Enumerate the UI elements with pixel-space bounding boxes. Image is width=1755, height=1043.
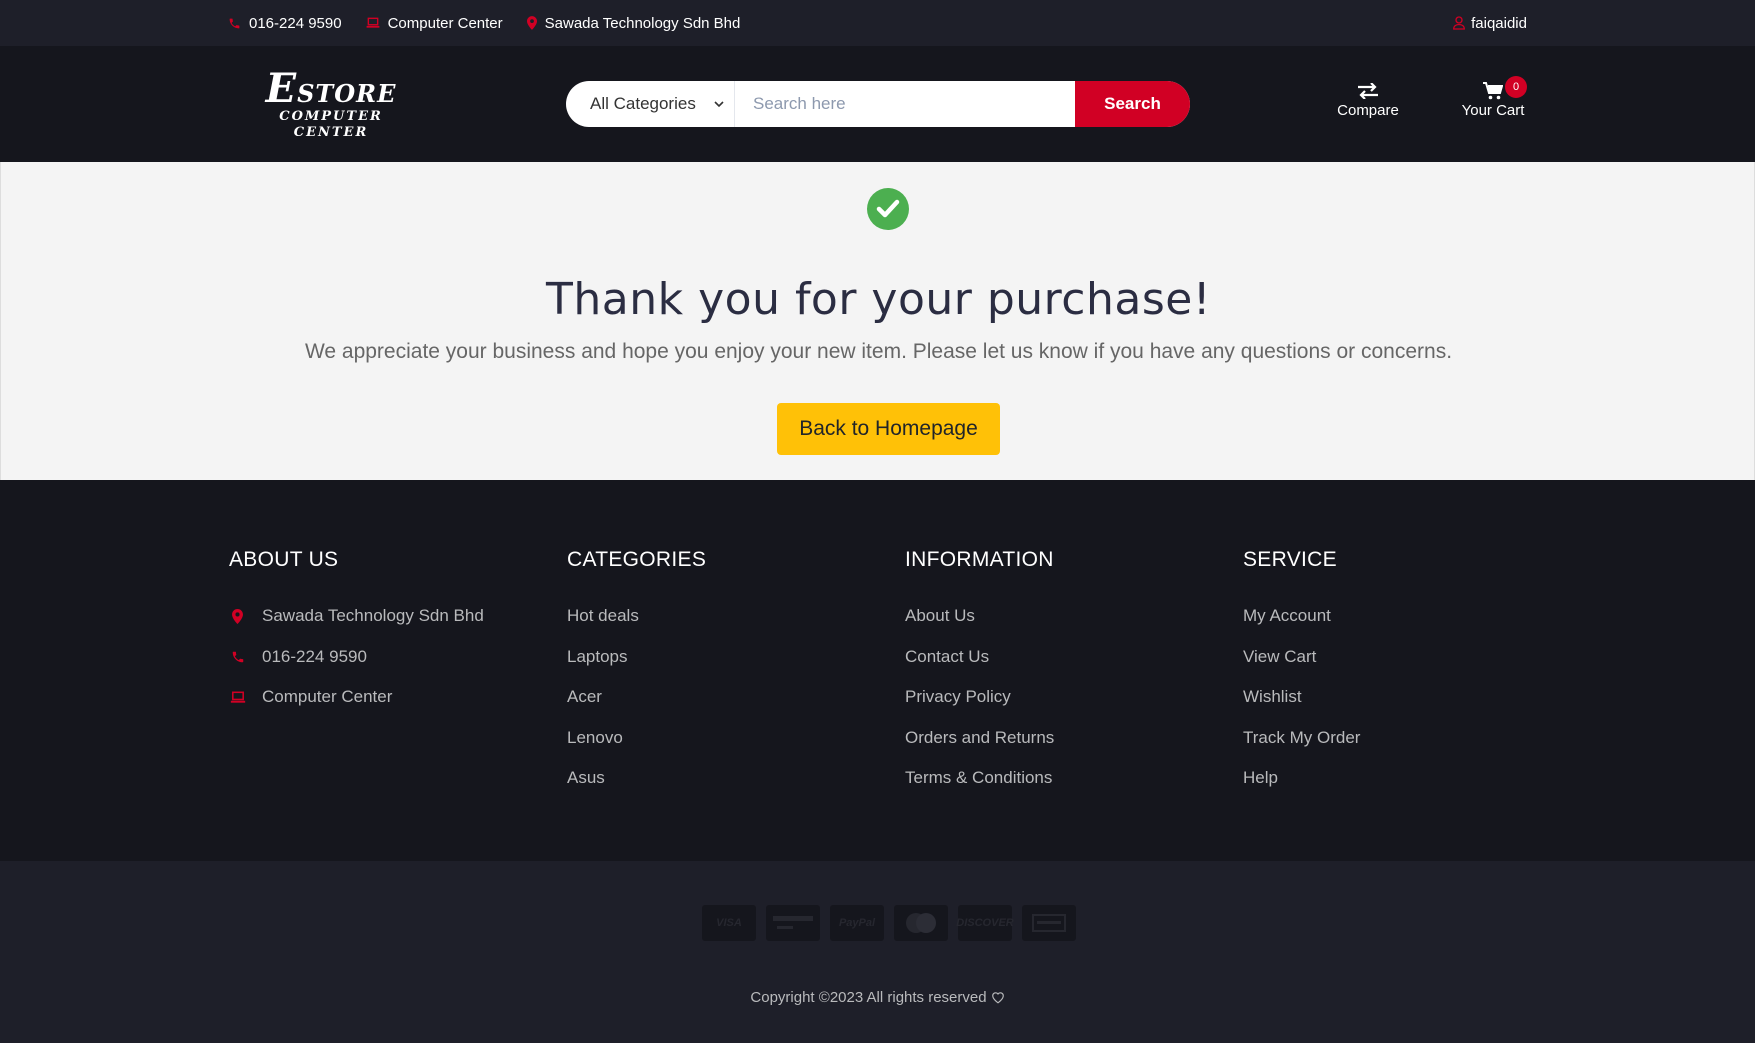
credit-card-icon: [766, 905, 820, 941]
topbar-store[interactable]: Computer Center: [366, 15, 503, 32]
laptop-icon: [229, 691, 246, 704]
footer-information-heading: INFORMATION: [905, 548, 1054, 571]
search-input[interactable]: [735, 81, 1075, 127]
logo-subtitle: COMPUTER CENTER: [279, 109, 383, 140]
username: faiqaidid: [1471, 14, 1527, 32]
compare-link[interactable]: Compare: [1330, 80, 1406, 119]
footer-link-wishlist[interactable]: Wishlist: [1243, 677, 1360, 718]
purchase-confirmation: Thank you for your purchase! We apprecia…: [0, 162, 1755, 480]
user-icon: [1453, 16, 1466, 30]
confirmation-message: We appreciate your business and hope you…: [304, 340, 1453, 363]
footer-link-asus[interactable]: Asus: [567, 758, 706, 799]
logo-text: STORE: [297, 79, 397, 108]
footer-phone-text: 016-224 9590: [262, 646, 367, 666]
logo-initial: E: [265, 65, 298, 112]
footer-address-text: Sawada Technology Sdn Bhd: [262, 606, 484, 626]
footer-store[interactable]: Computer Center: [229, 677, 484, 718]
top-bar: 016-224 9590 Computer Center Sawada Tech…: [0, 0, 1755, 46]
copyright-text: Copyright ©2023 All rights reserved: [750, 989, 987, 1006]
cart-count-badge: 0: [1505, 76, 1527, 98]
topbar-address[interactable]: Sawada Technology Sdn Bhd: [526, 14, 741, 32]
category-selected: All Categories: [590, 94, 696, 113]
laptop-icon: [366, 17, 380, 29]
footer-link-contact-us[interactable]: Contact Us: [905, 637, 1054, 678]
back-to-homepage-button[interactable]: Back to Homepage: [777, 403, 1000, 455]
store-logo[interactable]: ESTORE COMPUTER CENTER: [246, 69, 416, 141]
footer-categories: CATEGORIES Hot deals Laptops Acer Lenovo…: [567, 548, 706, 799]
shopping-cart-icon: [1483, 80, 1503, 102]
paypal-icon: PayPal: [830, 905, 884, 941]
exchange-icon: [1357, 80, 1379, 102]
footer-link-acer[interactable]: Acer: [567, 677, 706, 718]
footer-categories-heading: CATEGORIES: [567, 548, 707, 571]
footer-link-hot-deals[interactable]: Hot deals: [567, 596, 706, 637]
footer-about-heading: ABOUT US: [229, 548, 339, 571]
footer-link-orders-returns[interactable]: Orders and Returns: [905, 718, 1054, 759]
phone-icon: [229, 650, 246, 664]
footer-link-my-account[interactable]: My Account: [1243, 596, 1360, 637]
footer-link-track-order[interactable]: Track My Order: [1243, 718, 1360, 759]
footer-link-view-cart[interactable]: View Cart: [1243, 637, 1360, 678]
footer-address[interactable]: Sawada Technology Sdn Bhd: [229, 596, 484, 637]
chevron-down-icon: [714, 97, 724, 111]
mastercard-icon: [894, 905, 948, 941]
topbar-phone-text: 016-224 9590: [249, 14, 342, 32]
footer-information: INFORMATION About Us Contact Us Privacy …: [905, 548, 1054, 799]
footer-link-laptops[interactable]: Laptops: [567, 637, 706, 678]
footer-about: ABOUT US Sawada Technology Sdn Bhd 016-2…: [229, 548, 484, 718]
visa-card-icon: VISA: [702, 905, 756, 941]
topbar-user[interactable]: faiqaidid: [1453, 0, 1527, 46]
footer-service-heading: SERVICE: [1243, 548, 1337, 571]
header: ESTORE COMPUTER CENTER All Categories Se…: [0, 46, 1755, 162]
search-button[interactable]: Search: [1075, 81, 1190, 127]
amex-icon: [1022, 905, 1076, 941]
map-marker-icon: [229, 608, 246, 624]
footer-store-text: Computer Center: [262, 687, 393, 707]
footer: ABOUT US Sawada Technology Sdn Bhd 016-2…: [0, 480, 1755, 861]
payment-methods: VISA PayPal DISCOVER: [702, 905, 1086, 941]
discover-icon: DISCOVER: [956, 905, 1014, 941]
topbar-address-text: Sawada Technology Sdn Bhd: [544, 14, 741, 32]
cart-link[interactable]: Your Cart 0: [1455, 76, 1531, 119]
page-title: Thank you for your purchase!: [546, 274, 1211, 325]
footer-link-terms[interactable]: Terms & Conditions: [905, 758, 1054, 799]
footer-service: SERVICE My Account View Cart Wishlist Tr…: [1243, 548, 1360, 799]
footer-link-help[interactable]: Help: [1243, 758, 1360, 799]
footer-link-privacy-policy[interactable]: Privacy Policy: [905, 677, 1054, 718]
copyright: Copyright ©2023 All rights reserved: [0, 989, 1755, 1006]
footer-link-about-us[interactable]: About Us: [905, 596, 1054, 637]
check-circle-icon: [867, 188, 909, 230]
map-marker-icon: [526, 16, 537, 30]
topbar-phone[interactable]: 016-224 9590: [228, 15, 342, 32]
footer-link-lenovo[interactable]: Lenovo: [567, 718, 706, 759]
category-select[interactable]: All Categories: [566, 81, 735, 127]
heart-icon: [991, 991, 1005, 1004]
bottom-footer: VISA PayPal DISCOVER Copyright ©2023 All…: [0, 861, 1755, 1043]
compare-label: Compare: [1337, 102, 1399, 119]
topbar-store-text: Computer Center: [387, 14, 503, 32]
search-form: All Categories Search: [566, 81, 1190, 127]
cart-label: Your Cart: [1461, 102, 1525, 119]
footer-phone[interactable]: 016-224 9590: [229, 637, 484, 678]
phone-icon: [228, 17, 241, 30]
